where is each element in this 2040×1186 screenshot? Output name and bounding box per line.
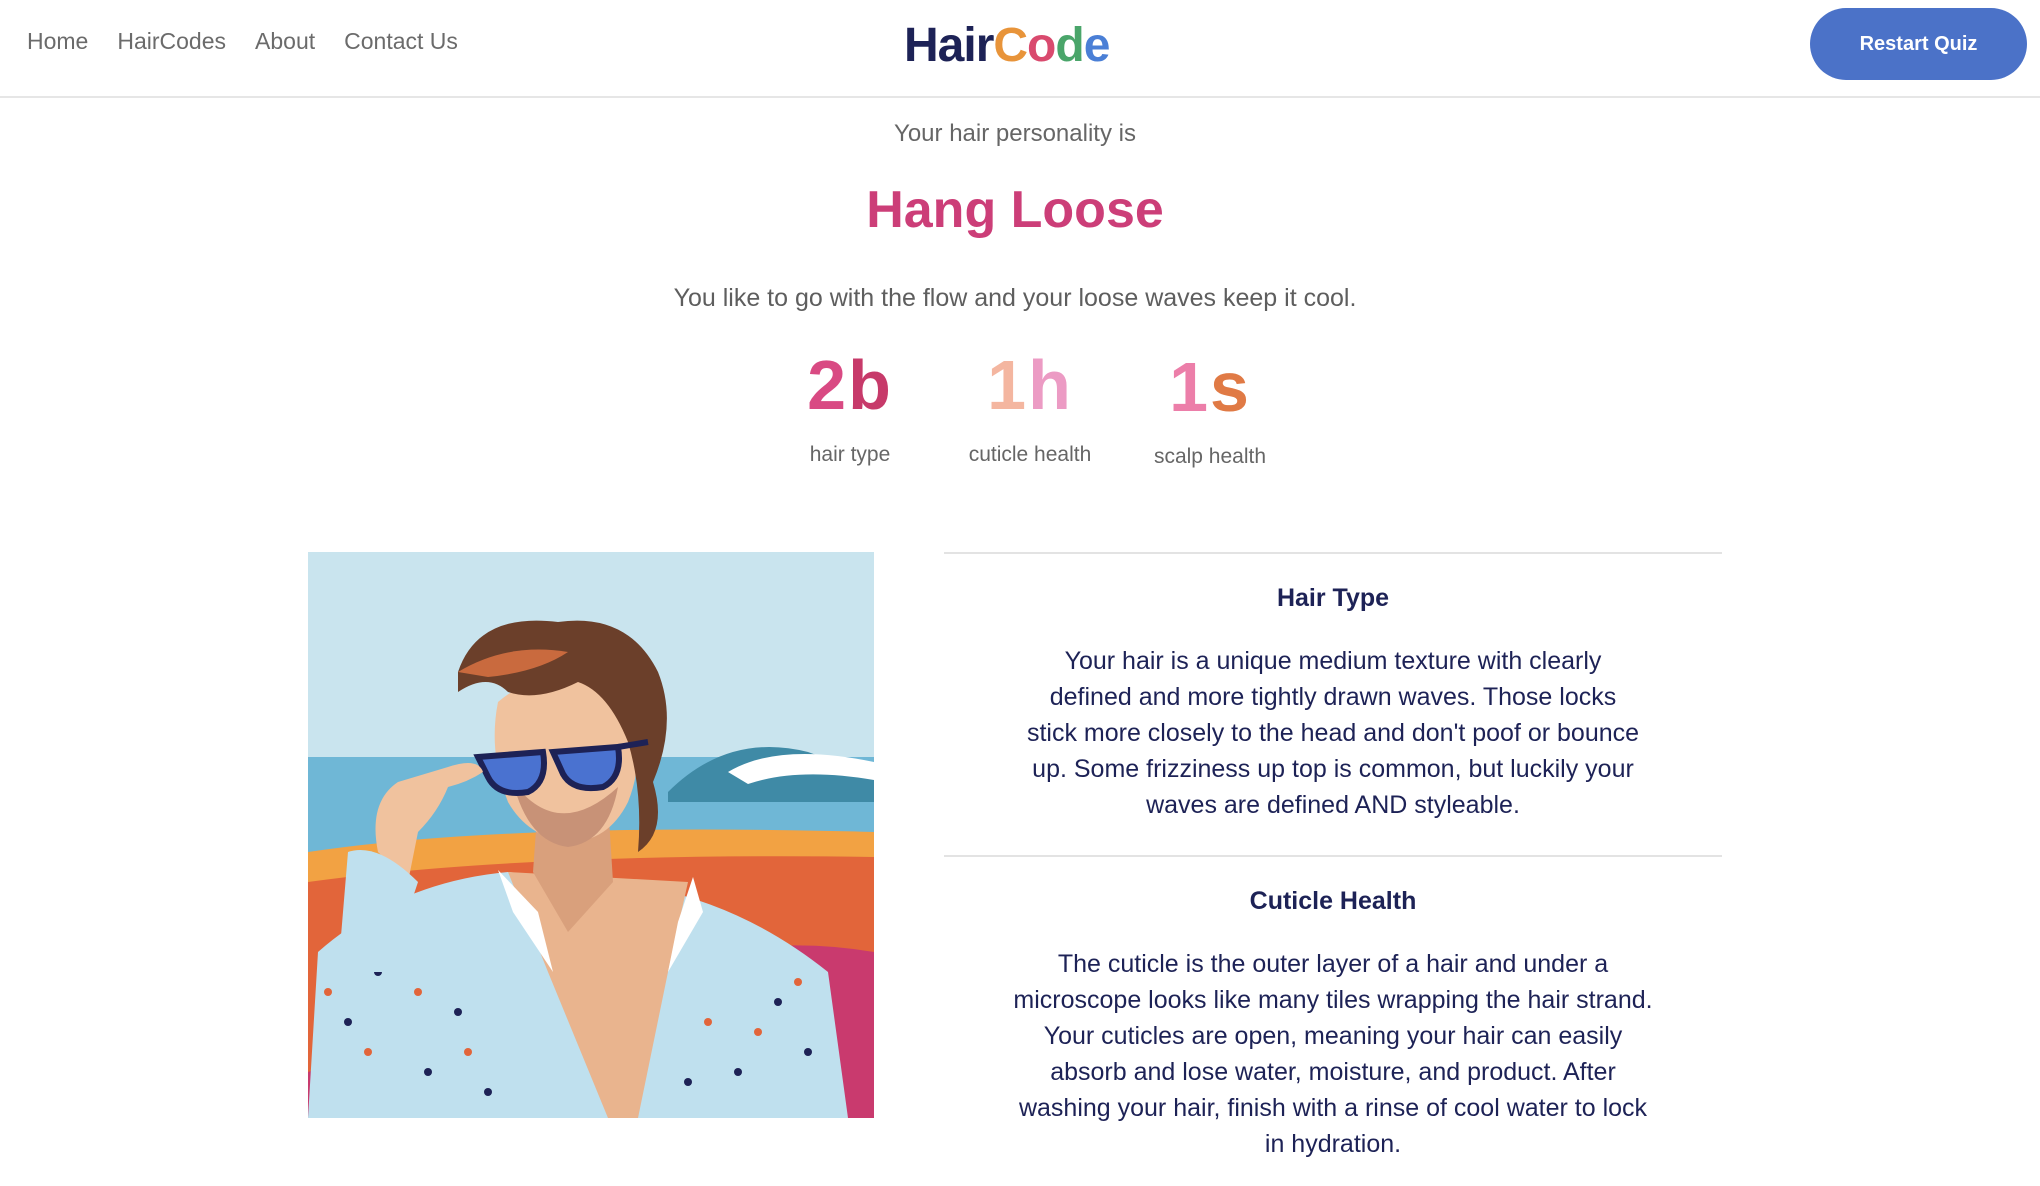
personality-tagline: You like to go with the flow and your lo… <box>673 284 1357 312</box>
hair-type-value: 2b <box>807 346 893 424</box>
cuticle-health-description: The cuticle is the outer layer of a hair… <box>1013 950 1653 1158</box>
scalp-health-value: 1s <box>1169 348 1251 426</box>
divider <box>944 855 1722 857</box>
main-nav: Home HairCodes About Contact Us <box>27 28 458 55</box>
hair-type-section: Hair Type Your hair is a unique medium t… <box>944 584 1722 823</box>
cuticle-health-value: 1h <box>987 346 1073 424</box>
haircode-logo[interactable]: HairCode <box>904 18 1110 73</box>
man-with-sunglasses-illustration <box>308 552 874 1118</box>
nav-haircodes-link[interactable]: HairCodes <box>117 28 226 55</box>
restart-quiz-button[interactable]: Restart Quiz <box>1810 8 2027 80</box>
nav-contact-link[interactable]: Contact Us <box>344 28 458 55</box>
scalp-health-code: 1s scalp health <box>1120 347 1300 469</box>
hang-loose-illustration <box>308 552 874 1118</box>
result-intro: Your hair personality is <box>894 120 1136 147</box>
divider <box>944 552 1722 554</box>
cuticle-health-section: Cuticle Health The cuticle is the outer … <box>944 887 1722 1162</box>
scalp-health-label: scalp health <box>1153 445 1267 468</box>
hair-type-label: hair type <box>809 443 891 466</box>
personality-title: Hang Loose <box>866 181 1164 239</box>
cuticle-health-code: 1h cuticle health <box>940 345 1120 467</box>
nav-about-link[interactable]: About <box>255 28 315 55</box>
hair-type-description: Your hair is a unique medium texture wit… <box>1026 647 1640 819</box>
hair-type-heading: Hair Type <box>1276 584 1390 612</box>
cuticle-health-heading: Cuticle Health <box>1249 887 1417 915</box>
result-details: Hair Type Your hair is a unique medium t… <box>944 552 1722 1162</box>
nav-home-link[interactable]: Home <box>27 28 88 55</box>
cuticle-health-label: cuticle health <box>968 443 1092 466</box>
hair-type-code: 2b hair type <box>760 345 940 467</box>
hair-code-summary: 2b hair type 1h cuticle health 1s scalp … <box>760 345 1280 485</box>
site-header: Home HairCodes About Contact Us HairCode… <box>0 0 2040 98</box>
